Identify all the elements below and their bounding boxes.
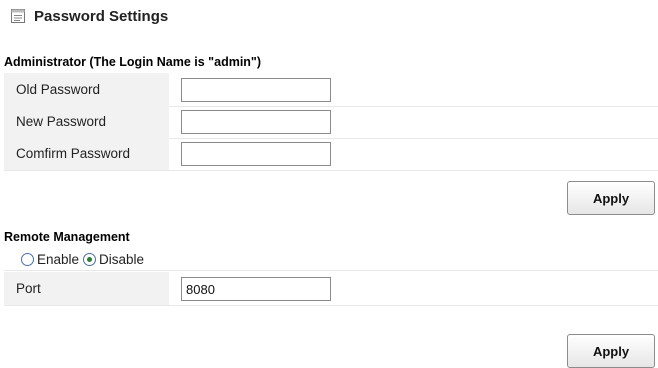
settings-page-icon bbox=[10, 8, 26, 24]
old-password-row: Old Password bbox=[4, 73, 658, 107]
remote-management-section-title: Remote Management bbox=[4, 230, 130, 244]
new-password-input[interactable] bbox=[181, 110, 331, 134]
enable-label: Enable bbox=[37, 252, 80, 267]
disable-radio[interactable] bbox=[83, 253, 97, 266]
old-password-input[interactable] bbox=[181, 78, 331, 102]
port-label: Port bbox=[4, 272, 169, 305]
enable-option[interactable]: Enable bbox=[21, 252, 79, 267]
confirm-password-input[interactable] bbox=[181, 142, 331, 166]
confirm-password-row: Comfirm Password bbox=[4, 137, 658, 171]
disable-option[interactable]: Disable bbox=[83, 252, 144, 267]
new-password-label: New Password bbox=[4, 105, 169, 138]
disable-label: Disable bbox=[99, 252, 145, 267]
port-row: Port bbox=[4, 272, 658, 306]
administrator-apply-button[interactable]: Apply bbox=[567, 181, 655, 215]
remote-management-radio-group: Enable Disable bbox=[4, 249, 658, 271]
confirm-password-label: Comfirm Password bbox=[4, 137, 169, 170]
administrator-section-title: Administrator (The Login Name is "admin"… bbox=[4, 55, 262, 69]
enable-radio[interactable] bbox=[21, 253, 34, 266]
old-password-label: Old Password bbox=[4, 73, 169, 106]
remote-management-apply-button[interactable]: Apply bbox=[567, 334, 655, 368]
new-password-row: New Password bbox=[4, 105, 658, 139]
page-title: Password Settings bbox=[34, 7, 169, 25]
port-input[interactable] bbox=[181, 277, 331, 301]
page-header: Password Settings bbox=[10, 4, 168, 28]
